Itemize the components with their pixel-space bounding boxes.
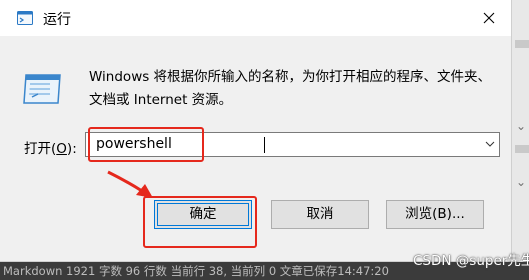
status-text: Markdown 1921 字数 96 行数 当前行 38, 当前列 0 文章已… [3, 264, 389, 278]
watermark: CSDN @super先生 [413, 253, 529, 269]
annotation-arrow [107, 170, 153, 198]
